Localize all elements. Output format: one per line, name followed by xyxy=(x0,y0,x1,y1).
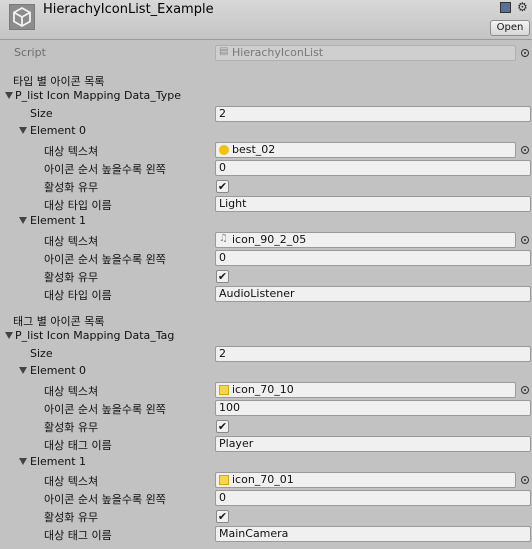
tag-size-row: Size 2 xyxy=(0,345,532,363)
tag-list-foldout[interactable]: P_list Icon Mapping Data_Tag xyxy=(0,327,532,345)
texture-value: best_02 xyxy=(232,143,276,156)
script-field[interactable]: ▤ HierachyIconList xyxy=(215,45,516,61)
active-checkbox[interactable]: ✔ xyxy=(216,510,229,523)
type-element-0-name-row: 대상 타입 이름 Light xyxy=(0,195,532,213)
tag-element-0-name-row: 대상 태그 이름 Player xyxy=(0,435,532,453)
tag-element-0-foldout[interactable]: Element 0 xyxy=(0,362,532,380)
foldout-arrow-icon[interactable] xyxy=(19,127,27,134)
tag-element-0-active-row: 활성화 유무 ✔ xyxy=(0,417,532,435)
tag-element-0-texture-row: 대상 텍스쳐 icon_70_10 xyxy=(0,381,532,399)
tag-name-label: 대상 태그 이름 xyxy=(44,529,112,542)
texture-value: icon_90_2_05 xyxy=(232,233,307,246)
unity-script-icon xyxy=(9,4,35,30)
gear-icon[interactable]: ⚙ xyxy=(517,1,528,13)
tag-name-input[interactable]: Player xyxy=(215,436,531,452)
type-list-label: P_list Icon Mapping Data_Type xyxy=(15,89,182,102)
active-label: 활성화 유무 xyxy=(44,511,99,524)
order-input[interactable]: 100 xyxy=(215,400,531,416)
order-label: 아이콘 순서 높을수록 왼쪽 xyxy=(44,403,166,416)
order-input[interactable]: 0 xyxy=(215,490,531,506)
texture-value: icon_70_01 xyxy=(232,473,294,486)
type-element-1-texture-row: 대상 텍스쳐 ♫ icon_90_2_05 xyxy=(0,231,532,249)
tag-element-1-texture-row: 대상 텍스쳐 icon_70_01 xyxy=(0,471,532,489)
type-name-input[interactable]: Light xyxy=(215,196,531,212)
help-book-icon[interactable] xyxy=(500,2,511,13)
texture-object-field[interactable]: icon_70_01 xyxy=(215,472,516,488)
active-label: 활성화 유무 xyxy=(44,181,99,194)
type-name-label: 대상 타입 이름 xyxy=(44,199,112,212)
tag-element-1-order-row: 아이콘 순서 높을수록 왼쪽 0 xyxy=(0,489,532,507)
inspector-title: HierachyIconList_Example xyxy=(43,2,214,17)
tag-list-label: P_list Icon Mapping Data_Tag xyxy=(15,329,175,342)
active-checkbox[interactable]: ✔ xyxy=(216,180,229,193)
order-input[interactable]: 0 xyxy=(215,160,531,176)
element-label: Element 0 xyxy=(30,364,87,377)
tag-element-1-foldout[interactable]: Element 1 xyxy=(0,453,532,471)
element-label: Element 1 xyxy=(30,214,87,227)
texture-thumbnail-icon xyxy=(219,145,229,155)
type-list-foldout[interactable]: P_list Icon Mapping Data_Type xyxy=(0,87,532,105)
script-label: Script xyxy=(14,46,46,59)
inspector-header: HierachyIconList_Example ⚙ Open xyxy=(0,0,532,40)
foldout-arrow-icon[interactable] xyxy=(19,367,27,374)
object-picker-icon[interactable] xyxy=(521,386,529,394)
active-label: 활성화 유무 xyxy=(44,421,99,434)
foldout-arrow-icon[interactable] xyxy=(5,332,13,339)
object-picker-icon[interactable] xyxy=(521,236,529,244)
element-label: Element 0 xyxy=(30,124,87,137)
type-name-input[interactable]: AudioListener xyxy=(215,286,531,302)
texture-label: 대상 텍스쳐 xyxy=(44,385,99,398)
texture-label: 대상 텍스쳐 xyxy=(44,235,99,248)
tag-name-label: 대상 태그 이름 xyxy=(44,439,112,452)
type-element-0-foldout[interactable]: Element 0 xyxy=(0,122,532,140)
type-element-0-order-row: 아이콘 순서 높을수록 왼쪽 0 xyxy=(0,159,532,177)
texture-value: icon_70_10 xyxy=(232,383,294,396)
object-picker-icon[interactable] xyxy=(521,49,529,57)
texture-label: 대상 텍스쳐 xyxy=(44,475,99,488)
type-element-1-name-row: 대상 타입 이름 AudioListener xyxy=(0,285,532,303)
tag-element-1-active-row: 활성화 유무 ✔ xyxy=(0,507,532,525)
type-element-1-active-row: 활성화 유무 ✔ xyxy=(0,267,532,285)
audio-note-icon: ♫ xyxy=(219,233,228,244)
order-label: 아이콘 순서 높을수록 왼쪽 xyxy=(44,253,166,266)
type-element-1-foldout[interactable]: Element 1 xyxy=(0,212,532,230)
tag-element-0-order-row: 아이콘 순서 높을수록 왼쪽 100 xyxy=(0,399,532,417)
type-element-0-texture-row: 대상 텍스쳐 best_02 xyxy=(0,141,532,159)
object-picker-icon[interactable] xyxy=(521,476,529,484)
open-button[interactable]: Open xyxy=(490,20,530,36)
order-input[interactable]: 0 xyxy=(215,250,531,266)
object-picker-icon[interactable] xyxy=(521,146,529,154)
script-file-icon: ▤ xyxy=(219,46,229,57)
foldout-arrow-icon[interactable] xyxy=(19,217,27,224)
tag-element-1-name-row: 대상 태그 이름 MainCamera xyxy=(0,525,532,543)
script-row: Script ▤ HierachyIconList xyxy=(0,44,532,62)
tag-name-input[interactable]: MainCamera xyxy=(215,526,531,542)
texture-object-field[interactable]: best_02 xyxy=(215,142,516,158)
foldout-arrow-icon[interactable] xyxy=(5,92,13,99)
active-label: 활성화 유무 xyxy=(44,271,99,284)
texture-object-field[interactable]: icon_70_10 xyxy=(215,382,516,398)
element-label: Element 1 xyxy=(30,455,87,468)
texture-thumbnail-icon xyxy=(219,385,229,395)
type-size-input[interactable]: 2 xyxy=(215,106,531,122)
texture-object-field[interactable]: ♫ icon_90_2_05 xyxy=(215,232,516,248)
active-checkbox[interactable]: ✔ xyxy=(216,270,229,283)
order-label: 아이콘 순서 높을수록 왼쪽 xyxy=(44,493,166,506)
type-name-label: 대상 타입 이름 xyxy=(44,289,112,302)
type-size-row: Size 2 xyxy=(0,105,532,123)
tag-size-input[interactable]: 2 xyxy=(215,346,531,362)
active-checkbox[interactable]: ✔ xyxy=(216,420,229,433)
order-label: 아이콘 순서 높을수록 왼쪽 xyxy=(44,163,166,176)
foldout-arrow-icon[interactable] xyxy=(19,458,27,465)
texture-thumbnail-icon xyxy=(219,475,229,485)
texture-label: 대상 텍스쳐 xyxy=(44,145,99,158)
size-label: Size xyxy=(30,347,53,360)
size-label: Size xyxy=(30,107,53,120)
type-element-1-order-row: 아이콘 순서 높을수록 왼쪽 0 xyxy=(0,249,532,267)
type-element-0-active-row: 활성화 유무 ✔ xyxy=(0,177,532,195)
script-value: HierachyIconList xyxy=(232,46,324,59)
